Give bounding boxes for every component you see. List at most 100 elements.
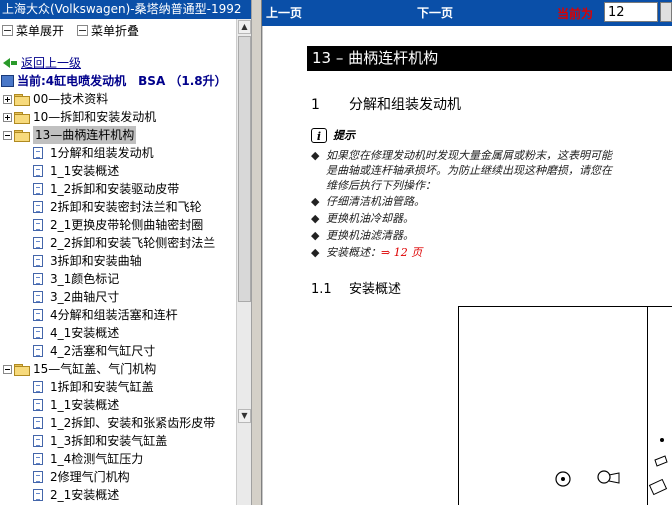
page-number-input[interactable] xyxy=(604,2,658,22)
page-icon xyxy=(33,435,43,447)
tree-item-label: 1_4检测气缸压力 xyxy=(50,452,144,466)
current-node-label: 当前:4缸电喷发动机 BSA （1.8升） xyxy=(17,74,227,88)
figure-divider xyxy=(647,306,648,505)
page-go-button[interactable] xyxy=(660,2,672,22)
tree-page-item[interactable]: 3_2曲轴尺寸 xyxy=(33,288,119,306)
tree-page-item[interactable]: 1拆卸和安装气缸盖 xyxy=(33,378,154,396)
page-reference-link[interactable]: ⇒ 12 页 xyxy=(381,246,422,259)
tree-item-label: 4分解和组装活塞和连杆 xyxy=(50,308,178,322)
navigation-pane: 上海大众(Volkswagen)-桑塔纳普通型-1992 菜单展开 菜单折叠 返… xyxy=(0,0,253,505)
menu-collapse-button[interactable]: 菜单折叠 xyxy=(77,22,139,39)
pane-splitter[interactable] xyxy=(251,0,262,505)
menu-collapse-label: 菜单折叠 xyxy=(91,24,140,38)
tree-page-item[interactable]: 1_2拆卸、安装和张紧齿形皮带 xyxy=(33,414,215,432)
tree-item-label: 1_1安装概述 xyxy=(50,164,120,178)
tree-item-label: 1分解和组装发动机 xyxy=(50,146,154,160)
folder-icon xyxy=(14,129,30,142)
page-number-label: 当前为 xyxy=(557,7,594,21)
tree-folder-item[interactable]: 15—气缸盖、气门机构 xyxy=(3,360,156,378)
tree-item-label: 3拆卸和安装曲轴 xyxy=(50,254,142,268)
page-icon xyxy=(33,417,43,429)
page-icon xyxy=(33,183,43,195)
folder-icon xyxy=(14,111,30,124)
scroll-down-button[interactable]: ▼ xyxy=(238,409,251,423)
page-icon xyxy=(33,147,43,159)
collapse-toggle-icon[interactable] xyxy=(3,364,12,374)
collapse-toggle-icon[interactable] xyxy=(3,130,12,140)
folder-icon xyxy=(14,93,30,106)
tree-page-item[interactable]: 1_3拆卸和安装气缸盖 xyxy=(33,432,167,450)
tree-folder-item[interactable]: 10—拆卸和安装发动机 xyxy=(3,108,156,126)
hint-bullet: ◆ 仔细清洁机油管路。 xyxy=(311,195,425,208)
back-row[interactable]: 返回上一级 xyxy=(3,54,81,72)
section-heading: 1 分解和组装发动机 xyxy=(311,94,461,114)
subsection-heading: 1.1 安装概述 xyxy=(311,278,401,297)
tree-page-item[interactable]: 1_2拆卸和安装驱动皮带 xyxy=(33,180,179,198)
tree-item-label: 1拆卸和安装气缸盖 xyxy=(50,380,154,394)
page-icon xyxy=(33,489,43,501)
tree-item-label: 2_1更换皮带轮侧曲轴密封圈 xyxy=(50,218,204,232)
tree-page-item[interactable]: 1分解和组装发动机 xyxy=(33,144,154,162)
current-node: 当前:4缸电喷发动机 BSA （1.8升） xyxy=(1,72,227,90)
hint-bullet: ◆ 更换机油滤清器。 xyxy=(311,229,414,242)
tree-page-item[interactable]: 4分解和组装活塞和连杆 xyxy=(33,306,178,324)
expand-toggle-icon[interactable] xyxy=(3,94,12,104)
tree-item-label: 1_2拆卸、安装和张紧齿形皮带 xyxy=(50,416,216,430)
window-title: 上海大众(Volkswagen)-桑塔纳普通型-1992 xyxy=(0,0,253,19)
tree-page-item[interactable]: 2_1更换皮带轮侧曲轴密封圈 xyxy=(33,216,203,234)
page-icon xyxy=(33,165,43,177)
subsection-number: 1.1 xyxy=(311,282,332,297)
tree-folder-item[interactable]: 00—技术资料 xyxy=(3,90,108,108)
tree-page-item[interactable]: 3拆卸和安装曲轴 xyxy=(33,252,142,270)
page-edge xyxy=(262,26,263,505)
page-icon xyxy=(33,309,43,321)
page-icon xyxy=(33,255,43,267)
tree-page-item[interactable]: 2_2拆卸和安装飞轮侧密封法兰 xyxy=(33,234,215,252)
page-icon xyxy=(33,471,43,483)
document-view: 13 – 曲柄连杆机构 1 分解和组装发动机 i 提示 ◆ 如果您在修理发动机时发现… xyxy=(262,26,672,505)
page-icon xyxy=(33,291,43,303)
tree-page-item[interactable]: 2拆卸和安装密封法兰和飞轮 xyxy=(33,198,202,216)
tree-scrollbar[interactable]: ▲ ▼ xyxy=(236,19,252,505)
back-arrow-icon xyxy=(3,58,10,68)
page-navigation-bar: 上一页 下一页 当前为 xyxy=(262,0,672,26)
prev-page-button[interactable]: 上一页 xyxy=(266,4,302,21)
next-page-button[interactable]: 下一页 xyxy=(417,4,453,21)
page-icon xyxy=(33,453,43,465)
tree-page-item[interactable]: 2_1安装概述 xyxy=(33,486,119,504)
figure-drawing xyxy=(555,438,668,496)
tree-page-item[interactable]: 1_4检测气缸压力 xyxy=(33,450,143,468)
page-icon xyxy=(33,237,43,249)
tree-item-label: 1_1安装概述 xyxy=(50,398,120,412)
hint-bullet: ◆ 更换机油冷却器。 xyxy=(311,212,414,225)
tree-item-label: 2_1安装概述 xyxy=(50,488,120,502)
scroll-up-button[interactable]: ▲ xyxy=(238,20,251,34)
tree-page-item[interactable]: 4_2活塞和气缸尺寸 xyxy=(33,342,155,360)
menu-expand-label: 菜单展开 xyxy=(16,24,65,38)
hint-label: 提示 xyxy=(333,129,355,142)
tree-item-label: 1_3拆卸和安装气缸盖 xyxy=(50,434,168,448)
tree-page-item[interactable]: 1_1安装概述 xyxy=(33,162,119,180)
tree-item-label: 10—拆卸和安装发动机 xyxy=(33,110,157,124)
tree-item-label: 4_1安装概述 xyxy=(50,326,120,340)
page-icon xyxy=(33,273,43,285)
page-icon xyxy=(33,381,43,393)
tree-page-item[interactable]: 1_1安装概述 xyxy=(33,396,119,414)
back-link[interactable]: 返回上一级 xyxy=(21,54,81,72)
tree-page-item[interactable]: 3_1颜色标记 xyxy=(33,270,119,288)
page-icon xyxy=(33,219,43,231)
collapse-icon xyxy=(77,25,88,36)
scroll-thumb[interactable] xyxy=(238,36,251,302)
tree-folder-item[interactable]: 13—曲柄连杆机构 xyxy=(3,126,137,144)
page-icon xyxy=(33,327,43,339)
tree-page-item[interactable]: 4_1安装概述 xyxy=(33,324,119,342)
expand-toggle-icon[interactable] xyxy=(3,112,12,122)
page-icon xyxy=(33,399,43,411)
tree-item-label: 4_2活塞和气缸尺寸 xyxy=(50,344,156,358)
tree-item-label: 00—技术资料 xyxy=(33,92,109,106)
section-number: 1 xyxy=(311,97,320,113)
page-icon xyxy=(33,345,43,357)
tree-page-item[interactable]: 2修理气门机构 xyxy=(33,468,130,486)
menu-expand-button[interactable]: 菜单展开 xyxy=(2,22,64,39)
tree-item-label: 2_2拆卸和安装飞轮侧密封法兰 xyxy=(50,236,216,250)
